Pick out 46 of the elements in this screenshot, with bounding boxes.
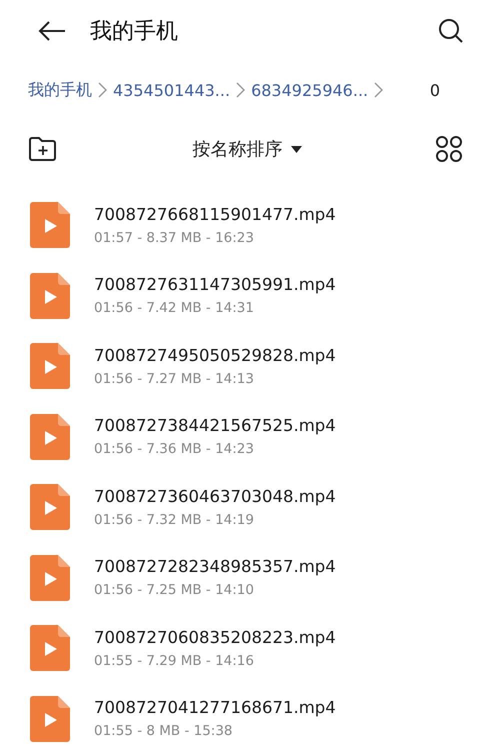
chevron-icon (236, 82, 246, 98)
video-file-icon (30, 625, 70, 672)
grid-view-button[interactable] (436, 136, 462, 162)
caret-icon (290, 146, 302, 152)
back-button[interactable] (38, 20, 66, 42)
file-name: 7008727495050529828.mp4 (94, 346, 336, 365)
file-row[interactable]: 7008727495050529828.mp4 01:56 - 7.27 MB - 14:13 (0, 331, 492, 402)
file-row[interactable]: 7008727668115901477.mp4 01:57 - 8.37 MB - 16:23 (0, 190, 492, 260)
file-row[interactable]: 7008727384421567525.mp4 01:56 - 7.36 MB - 14:23 (0, 402, 492, 472)
file-details: 01:56 - 7.27 MB - 14:13 (94, 370, 255, 387)
video-file-icon (30, 554, 70, 601)
file-name: 7008727631147305991.mp4 (94, 275, 336, 294)
file-row[interactable]: 7008727360463703048.mp4 01:56 - 7.32 MB - 14:19 (0, 472, 492, 542)
video-file-icon (30, 696, 70, 742)
breadcrumb-link[interactable]: 我的手机 (28, 80, 92, 100)
page-title: 我的手机 (90, 18, 179, 46)
chevron-icon (374, 82, 384, 98)
file-name: 7008727282348985357.mp4 (94, 557, 336, 576)
item-count: 0 (430, 80, 440, 100)
file-row[interactable]: 7008727631147305991.mp4 01:56 - 7.42 MB - 14:31 (0, 260, 492, 331)
file-name: 7008727060835208223.mp4 (94, 628, 336, 647)
file-name: 7008727668115901477.mp4 (94, 204, 336, 224)
new-folder-button[interactable] (28, 136, 58, 162)
chevron-icon (98, 82, 107, 98)
file-details: 01:56 - 7.32 MB - 14:19 (94, 512, 255, 528)
file-name: 7008727041277168671.mp4 (94, 698, 336, 718)
file-row[interactable]: 7008727060835208223.mp4 01:55 - 7.29 MB - 14:16 (0, 613, 492, 684)
file-name: 7008727360463703048.mp4 (94, 486, 336, 506)
file-details: 01:57 - 8.37 MB - 16:23 (94, 230, 255, 246)
sort-dropdown[interactable]: 按名称排序 (58, 137, 436, 161)
file-row[interactable]: 7008727282348985357.mp4 01:56 - 7.25 MB - 14:10 (0, 542, 492, 613)
video-file-icon (30, 343, 70, 390)
breadcrumb-link[interactable]: 4354501443... (113, 80, 230, 100)
file-details: 01:55 - 8 MB - 15:38 (94, 723, 234, 740)
video-file-icon (30, 414, 70, 460)
file-details: 01:55 - 7.29 MB - 14:16 (94, 652, 255, 669)
breadcrumb-link[interactable]: 6834925946... (251, 80, 368, 100)
file-details: 01:56 - 7.42 MB - 14:31 (94, 300, 255, 316)
video-file-icon (30, 272, 70, 319)
file-name: 7008727384421567525.mp4 (94, 416, 336, 436)
video-file-icon (30, 484, 70, 530)
file-row[interactable]: 7008727041277168671.mp4 01:55 - 8 MB - 15:38 (0, 684, 492, 749)
search-button[interactable] (438, 18, 464, 44)
file-details: 01:56 - 7.36 MB - 14:23 (94, 441, 255, 458)
video-file-icon (30, 202, 70, 248)
file-details: 01:56 - 7.25 MB - 14:10 (94, 582, 255, 598)
